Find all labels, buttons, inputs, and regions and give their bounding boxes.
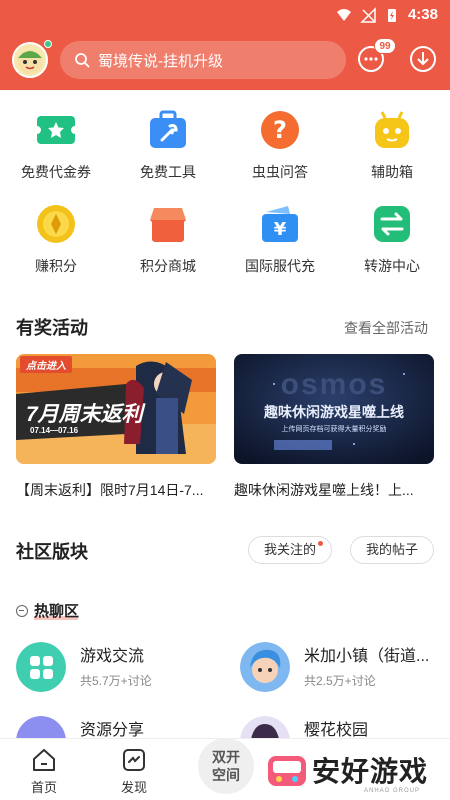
grid-label: 免费工具	[140, 164, 196, 180]
search-placeholder: 蜀境传说-挂机升级	[98, 52, 223, 70]
activity-card-star-devour[interactable]: osmos 趣味休闲游戏星噬上线 上传网页存档可获得大量积分奖励	[234, 354, 434, 464]
grid-label: 虫虫问答	[252, 164, 308, 180]
grid-label: 国际服代充	[245, 258, 315, 274]
hot-section-header[interactable]: 热聊区	[16, 600, 79, 621]
grid-label: 转游中心	[364, 258, 420, 274]
activity-headline: 7月周末返利	[26, 403, 143, 426]
miga-town-icon	[240, 642, 290, 692]
osmos-logo: osmos	[280, 368, 388, 401]
nav-home[interactable]: 首页	[14, 747, 74, 796]
dual-space-line1: 双开	[212, 749, 240, 765]
grid-item-voucher[interactable]: 免费代金券	[0, 108, 112, 182]
grid-item-points-shop[interactable]: 积分商城	[112, 202, 224, 276]
avatar-online-dot	[44, 40, 52, 48]
community-title: 社区版块	[16, 542, 88, 562]
download-icon[interactable]	[408, 44, 438, 74]
activities-title: 有奖活动	[16, 318, 88, 338]
grid-item-intl-topup[interactable]: ¥ 国际服代充	[224, 202, 336, 276]
watermark-text: 安好游戏	[312, 756, 429, 787]
question-icon: ?	[261, 111, 299, 149]
swap-icon	[374, 206, 410, 242]
yen-wallet-icon: ¥	[262, 206, 298, 242]
svg-text:?: ?	[273, 116, 287, 144]
view-all-activities-link[interactable]: 查看全部活动	[344, 318, 428, 338]
avatar[interactable]	[12, 42, 48, 78]
battery-charging-icon	[387, 8, 396, 22]
wifi-icon	[336, 8, 351, 21]
coin-icon	[37, 205, 75, 243]
forum-name: 樱花校园	[304, 722, 369, 739]
shop-icon	[150, 208, 186, 242]
grid-item-earn-points[interactable]: 赚积分	[0, 202, 112, 276]
grid-label: 免费代金券	[21, 164, 91, 180]
svg-text:¥: ¥	[274, 219, 287, 240]
tab-my-posts-label: 我的帖子	[365, 542, 418, 557]
grid-label: 积分商城	[140, 258, 196, 274]
app-header: 4:38 蜀境传说-挂机升级 99	[0, 0, 450, 90]
hot-label: 热聊区	[34, 603, 80, 620]
tab-following-label: 我关注的	[263, 542, 316, 557]
search-bar[interactable]: 蜀境传说-挂机升级	[60, 41, 346, 79]
discover-icon	[123, 749, 145, 771]
activity-subline: 上传网页存档可获得大量积分奖励	[281, 426, 387, 433]
voucher-icon	[34, 116, 78, 144]
tab-my-posts[interactable]: 我的帖子	[350, 536, 434, 564]
toolbox-icon	[150, 110, 186, 148]
forum-item-game-talk[interactable]: 游戏交流 共5.7万+讨论	[16, 642, 152, 692]
forum-name: 资源分享	[80, 722, 145, 739]
forum-item-miga-town[interactable]: 米加小镇（街道... 共2.5万+讨论	[240, 642, 434, 692]
nav-discover[interactable]: 发现	[104, 747, 164, 796]
nav-discover-label: 发现	[120, 780, 147, 795]
grid-item-qa[interactable]: ? 虫虫问答	[224, 108, 336, 182]
dual-space-button[interactable]: 双开 空间	[198, 738, 254, 794]
forum-name: 游戏交流	[80, 648, 145, 665]
activity-dates: 07.14—07.16	[30, 426, 79, 435]
forum-name: 米加小镇（街道...	[304, 648, 430, 665]
activity-headline: 趣味休闲游戏星噬上线	[264, 404, 404, 420]
new-dot	[318, 541, 323, 546]
robot-icon	[375, 111, 409, 148]
activity-tag: 点击进入	[20, 356, 72, 373]
forum-count: 共5.7万+讨论	[80, 674, 152, 688]
forum-count: 共2.5万+讨论	[304, 674, 376, 688]
status-bar: 4:38	[0, 0, 450, 30]
activity-caption[interactable]: 趣味休闲游戏星噬上线！上...	[234, 480, 440, 500]
grid-item-transfer-center[interactable]: 转游中心	[336, 202, 448, 276]
message-badge: 99	[374, 38, 396, 54]
grid-item-tools[interactable]: 免费工具	[112, 108, 224, 182]
grid-label: 辅助箱	[371, 164, 413, 180]
no-signal-icon	[360, 6, 376, 23]
activity-caption[interactable]: 【周末返利】限时7月14日-7...	[16, 480, 222, 500]
collapse-icon	[16, 604, 28, 617]
status-time: 4:38	[407, 6, 438, 23]
tab-following[interactable]: 我关注的	[248, 536, 332, 564]
activity-card-weekend-rebate[interactable]: 点击进入 7月周末返利 07.14—07.16	[16, 354, 216, 464]
search-icon	[75, 53, 90, 68]
home-icon	[33, 749, 55, 771]
watermark-sub: ANHAO GROUP	[364, 788, 421, 794]
grid-item-assist[interactable]: 辅助箱	[336, 108, 448, 182]
apps-grid-icon	[16, 642, 66, 692]
nav-home-label: 首页	[30, 780, 57, 795]
gamepad-logo-icon	[268, 756, 306, 786]
dual-space-line2: 空间	[212, 767, 240, 783]
watermark: 安好游戏 ANHAO GROUP	[266, 748, 446, 796]
grid-label: 赚积分	[35, 258, 77, 274]
mascot-icon	[18, 50, 42, 74]
